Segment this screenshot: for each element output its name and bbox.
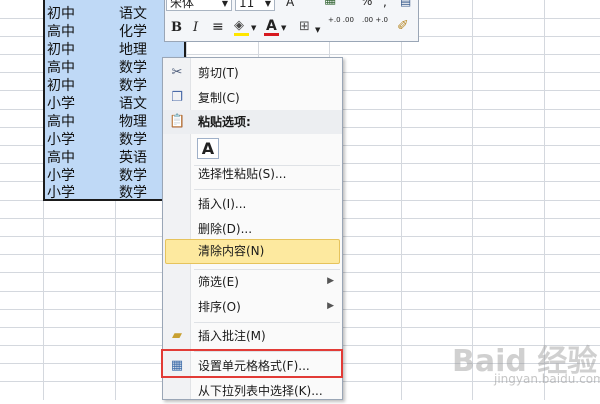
cell-level[interactable]: 小学	[47, 131, 75, 149]
menu-item-paste-special[interactable]: 选择性粘贴(S)...	[163, 162, 342, 187]
brush-icon[interactable]: ✐	[397, 18, 409, 34]
menu-item-label: 选择性粘贴(S)...	[198, 167, 287, 181]
cell-level[interactable]: 高中	[47, 23, 75, 41]
cell-subject[interactable]: 化学	[119, 23, 147, 41]
menu-item-label: 排序(O)	[198, 300, 241, 314]
grid-line	[401, 0, 402, 400]
chevron-down-icon[interactable]: ▼	[315, 22, 320, 38]
font-name-value: 宋体	[170, 0, 195, 10]
cell-subject[interactable]: 数学	[119, 131, 147, 149]
chevron-down-icon: ▼	[221, 0, 228, 8]
chevron-down-icon: ▼	[281, 24, 287, 32]
cell-subject[interactable]: 英语	[119, 149, 147, 167]
format-painter-icon[interactable]: ▤	[400, 0, 411, 9]
menu-item-copy[interactable]: ❐ 复制(C)	[163, 86, 342, 111]
menu-item-sort[interactable]: 排序(O) ▶	[163, 295, 342, 320]
menu-item-label: 剪切(T)	[198, 66, 239, 80]
font-size-box[interactable]: 11 ▼	[235, 0, 275, 11]
cell-level[interactable]: 高中	[47, 59, 75, 77]
menu-item-pick-from-list[interactable]: 从下拉列表中选择(K)...	[163, 379, 342, 404]
menu-item-cut[interactable]: ✂ 剪切(T)	[163, 61, 342, 86]
scissors-icon: ✂	[171, 65, 183, 80]
cell-level[interactable]: 初中	[47, 41, 75, 59]
percent-icon[interactable]: %	[361, 0, 372, 9]
menu-item-label: 插入批注(M)	[198, 329, 266, 343]
borders-icon[interactable]: ⊞	[299, 19, 310, 35]
paste-options-header: 📋 粘贴选项:	[163, 110, 342, 134]
cell-level[interactable]: 初中	[47, 5, 75, 23]
submenu-arrow-icon: ▶	[327, 301, 334, 311]
font-color-bar	[264, 33, 279, 36]
cell-subject[interactable]: 数学	[119, 59, 147, 77]
menu-separator	[194, 189, 340, 190]
chevron-down-icon: ▼	[251, 24, 257, 32]
menu-item-insert-comment[interactable]: ▰ 插入批注(M)	[163, 324, 342, 349]
font-color-letter: A	[266, 18, 277, 34]
fill-color-button[interactable]: ◈ ▼	[233, 17, 259, 38]
copy-icon: ❐	[171, 90, 183, 105]
cell-subject[interactable]: 数学	[119, 167, 147, 185]
cell-subject[interactable]: 语文	[119, 95, 147, 113]
increase-decimal-button[interactable]: +.0 .00	[328, 16, 356, 25]
cell-subject[interactable]: 数学	[119, 77, 147, 95]
menu-separator	[194, 322, 340, 323]
clipboard-icon: 📋	[169, 114, 186, 129]
cell-subject[interactable]: 语文	[119, 5, 147, 23]
paste-options-label: 粘贴选项:	[198, 115, 251, 129]
menu-item-label: 从下拉列表中选择(K)...	[198, 384, 323, 398]
cell-level[interactable]: 小学	[47, 95, 75, 113]
menu-item-clear-contents[interactable]: 清除内容(N)	[163, 239, 342, 264]
font-color-button[interactable]: A ▼	[263, 17, 289, 38]
comment-icon: ▰	[172, 328, 182, 343]
comma-style-icon[interactable]: ,	[383, 0, 387, 10]
cell-subject[interactable]: 地理	[119, 41, 147, 59]
menu-item-label: 插入(I)...	[198, 197, 247, 211]
decrease-decimal-button[interactable]: .00 +.0	[362, 16, 390, 25]
cell-level[interactable]: 小学	[47, 184, 75, 202]
currency-icon[interactable]: ▦	[324, 0, 336, 8]
menu-item-label: 清除内容(N)	[198, 244, 265, 258]
paint-bucket-icon: ◈	[234, 18, 244, 33]
menu-item-label: 删除(D)...	[198, 222, 253, 236]
cell-subject[interactable]: 物理	[119, 113, 147, 131]
paste-button[interactable]: A	[197, 138, 219, 159]
cell-level[interactable]: 高中	[47, 113, 75, 131]
menu-item-label: 复制(C)	[198, 91, 240, 105]
shrink-font-icon[interactable]: A˅	[286, 0, 300, 10]
menu-item-insert[interactable]: 插入(I)...	[163, 192, 342, 217]
menu-item-filter[interactable]: 筛选(E) ▶	[163, 270, 342, 295]
fill-color-bar	[234, 33, 249, 36]
submenu-arrow-icon: ▶	[327, 276, 334, 286]
watermark-url: jingyan.baidu.com	[494, 372, 600, 386]
highlight-box	[161, 349, 343, 378]
cell-level[interactable]: 小学	[47, 167, 75, 185]
italic-button[interactable]: I	[193, 20, 198, 36]
menu-item-label: 筛选(E)	[198, 275, 239, 289]
bold-button[interactable]: B	[171, 20, 182, 36]
chevron-down-icon: ▼	[264, 0, 271, 8]
mini-format-toolbar: 宋体 ▼ 11 ▼ A˅ ▦ % , ▤ B I ≡ ◈ ▼ A ▼ ⊞ ▼ +…	[164, 0, 419, 42]
align-center-icon[interactable]: ≡	[212, 19, 224, 35]
cell-level[interactable]: 初中	[47, 77, 75, 95]
cell-subject[interactable]: 数学	[119, 184, 147, 202]
font-name-box[interactable]: 宋体 ▼	[166, 0, 232, 11]
cell-level[interactable]: 高中	[47, 149, 75, 167]
font-size-value: 11	[239, 0, 255, 10]
